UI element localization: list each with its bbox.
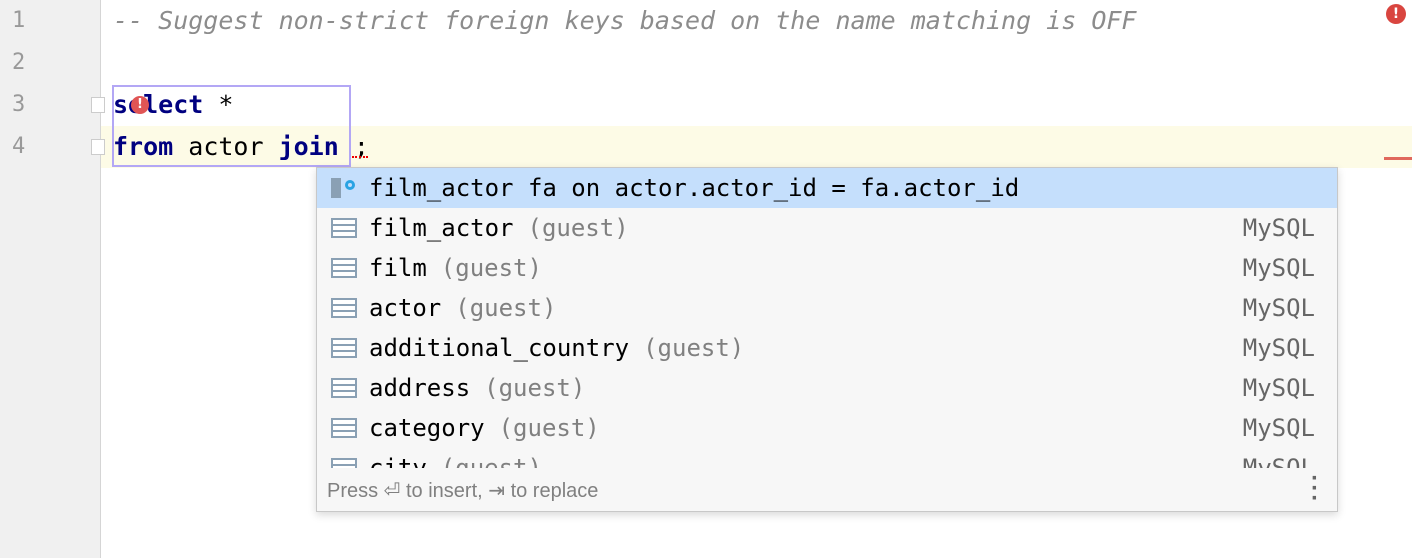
line-number: 1 (12, 8, 26, 33)
item-name: additional_country (369, 334, 630, 362)
more-options-icon[interactable]: · · · (1311, 467, 1319, 511)
line-number: 4 (12, 134, 26, 159)
error-stripe-mark[interactable] (1384, 157, 1412, 160)
completion-item[interactable]: additional_country (guest) MySQL (317, 328, 1337, 368)
completion-item[interactable]: address (guest) MySQL (317, 368, 1337, 408)
table-icon (331, 418, 357, 438)
table-icon (331, 378, 357, 398)
line-number: 2 (12, 50, 26, 75)
table-icon (331, 298, 357, 318)
item-schema: (guest) (484, 374, 586, 402)
table-icon (331, 338, 357, 358)
item-schema: (guest) (498, 414, 600, 442)
code-line-1[interactable]: -- Suggest non-strict foreign keys based… (113, 0, 1137, 42)
error-indicator-icon[interactable]: ! (1386, 4, 1406, 24)
fold-start-icon[interactable] (91, 97, 105, 113)
foreign-key-join-icon (331, 178, 357, 198)
item-name: film (369, 254, 427, 282)
item-source: MySQL (1242, 214, 1315, 242)
item-source: MySQL (1242, 414, 1315, 442)
table-icon (331, 458, 357, 468)
item-schema: (guest) (440, 254, 542, 282)
intention-bulb-icon[interactable]: ! (131, 96, 149, 114)
completion-popup: film_actor fa on actor.actor_id = fa.act… (316, 167, 1338, 512)
completion-item[interactable]: city (guest) MySQL (317, 448, 1337, 468)
fold-end-icon[interactable] (91, 139, 105, 155)
completion-item[interactable]: film (guest) MySQL (317, 248, 1337, 288)
item-name: film_actor fa on actor.actor_id = fa.act… (369, 174, 1020, 202)
item-source: MySQL (1242, 294, 1315, 322)
table-icon (331, 258, 357, 278)
item-name: category (369, 414, 485, 442)
item-name: city (369, 454, 427, 468)
item-name: film_actor (369, 214, 514, 242)
item-schema: (guest) (440, 454, 542, 468)
error-underline (352, 150, 368, 158)
item-name: address (369, 374, 471, 402)
item-schema: (guest) (527, 214, 629, 242)
completion-footer: Press ⏎ to insert, ⇥ to replace · · · (317, 467, 1337, 511)
completion-item[interactable]: film_actor (guest) MySQL (317, 208, 1337, 248)
footer-hint: Press ⏎ to insert, ⇥ to replace (327, 479, 599, 502)
completion-item[interactable]: category (guest) MySQL (317, 408, 1337, 448)
item-schema: (guest) (643, 334, 745, 362)
completion-item[interactable]: actor (guest) MySQL (317, 288, 1337, 328)
item-name: actor (369, 294, 442, 322)
item-source: MySQL (1242, 374, 1315, 402)
completion-list[interactable]: film_actor fa on actor.actor_id = fa.act… (317, 168, 1337, 468)
table-icon (331, 218, 357, 238)
item-schema: (guest) (455, 294, 557, 322)
line-number: 3 (12, 92, 26, 117)
item-source: MySQL (1242, 334, 1315, 362)
completion-item[interactable]: film_actor fa on actor.actor_id = fa.act… (317, 168, 1337, 208)
item-source: MySQL (1242, 254, 1315, 282)
statement-highlight (112, 85, 351, 167)
item-source: MySQL (1242, 454, 1315, 468)
